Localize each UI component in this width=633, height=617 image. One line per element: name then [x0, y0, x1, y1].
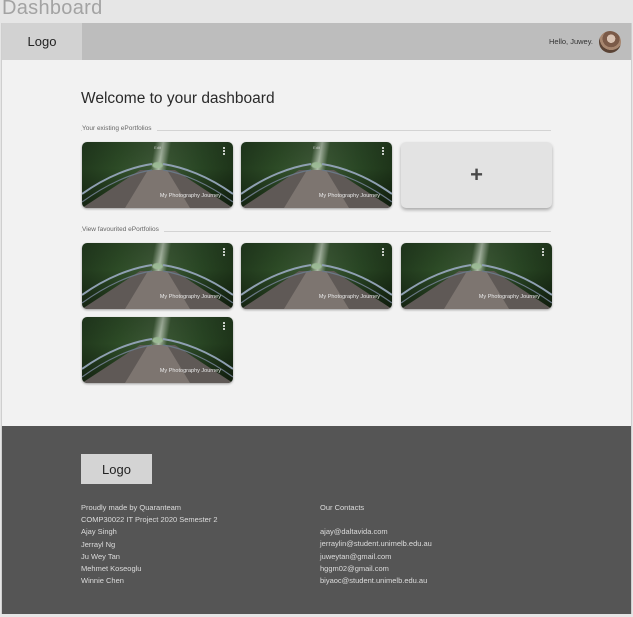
footer-contacts: Our Contacts ajay@daltavida.com jerrayli…	[320, 502, 432, 587]
contact-email[interactable]: biyaoc@student.unimelb.edu.au	[320, 575, 432, 587]
existing-section-header: Your existing ePortfolios	[81, 125, 551, 135]
portfolio-card[interactable]: Edit My Photography Journey	[241, 142, 392, 208]
card-menu-icon[interactable]	[382, 147, 385, 156]
portfolio-card[interactable]: My Photography Journey	[82, 317, 233, 383]
card-title: My Photography Journey	[159, 368, 221, 374]
project-text: COMP30022 IT Project 2020 Semester 2	[81, 515, 218, 525]
portfolio-card[interactable]: Edit My Photography Journey	[82, 142, 233, 208]
footer-credits: Proudly made by Quaranteam COMP30022 IT …	[81, 502, 218, 587]
existing-section-label: Your existing ePortfolios	[82, 125, 157, 132]
contact-email[interactable]: hggm02@gmail.com	[320, 563, 432, 575]
footer: Logo Proudly made by Quaranteam COMP3002…	[2, 426, 631, 614]
team-member: Ju Wey Tan	[81, 551, 120, 561]
portfolio-card[interactable]: My Photography Journey	[82, 243, 233, 309]
card-title: My Photography Journey	[478, 294, 540, 300]
contacts-title: Our Contacts	[320, 503, 365, 512]
card-title: My Photography Journey	[159, 294, 221, 300]
window-title: Dashboard	[2, 0, 103, 19]
card-menu-icon[interactable]	[223, 147, 226, 156]
contact-email[interactable]: ajay@daltavida.com	[320, 526, 432, 538]
navbar: Logo Hello, Juwey.	[2, 23, 631, 60]
team-member: Mehmet Koseoglu	[81, 564, 142, 574]
team-member: Jerrayl Ng	[81, 539, 116, 549]
team-member: Ajay Singh	[81, 527, 117, 537]
nav-logo-button[interactable]: Logo	[2, 23, 82, 60]
favourited-section-label: View favourited ePortfolios	[82, 226, 164, 233]
team-member: Winnie Chen	[81, 576, 124, 586]
card-menu-icon[interactable]	[223, 248, 226, 257]
card-title: My Photography Journey	[318, 193, 380, 199]
contact-email[interactable]: juweytan@gmail.com	[320, 551, 432, 563]
favourited-section-header: View favourited ePortfolios	[81, 226, 551, 236]
card-title: My Photography Journey	[318, 294, 380, 300]
footer-logo[interactable]: Logo	[81, 454, 152, 484]
card-menu-icon[interactable]	[382, 248, 385, 257]
user-greeting: Hello, Juwey.	[548, 37, 593, 46]
page-title: Welcome to your dashboard	[81, 90, 275, 107]
portfolio-card[interactable]: My Photography Journey	[241, 243, 392, 309]
card-menu-icon[interactable]	[542, 248, 545, 257]
plus-icon: +	[470, 162, 483, 187]
card-menu-icon[interactable]	[223, 322, 226, 331]
portfolio-card[interactable]: My Photography Journey	[401, 243, 552, 309]
add-portfolio-button[interactable]: +	[401, 142, 552, 208]
card-title: My Photography Journey	[159, 193, 221, 199]
app-frame: Logo Hello, Juwey. Welcome to your dashb…	[1, 23, 632, 614]
user-avatar[interactable]	[599, 31, 621, 53]
contact-email[interactable]: jerraylin@student.unimelb.edu.au	[320, 538, 432, 550]
made-by-text: Proudly made by Quaranteam	[81, 503, 182, 512]
